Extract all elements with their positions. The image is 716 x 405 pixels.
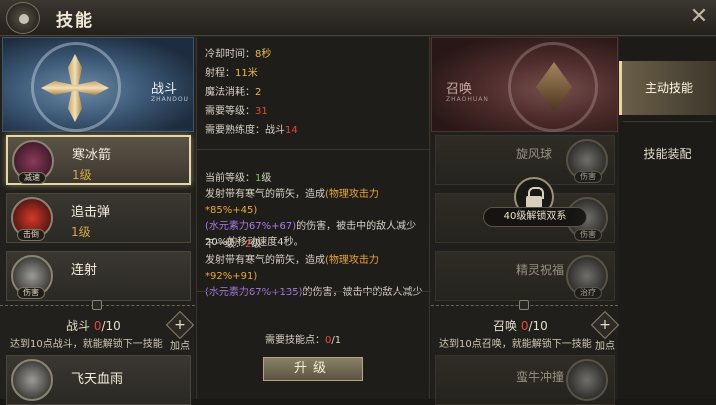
skill-level: 1级 — [72, 168, 92, 182]
tab-active-skills[interactable]: 主动技能 — [619, 61, 716, 115]
required-level-stat: 需要等级：31 — [205, 106, 268, 117]
upgrade-button[interactable]: 升级 — [263, 357, 363, 381]
summon-banner: 召唤 ZHAOHUAN — [431, 37, 618, 132]
blood-rain-icon — [11, 359, 53, 401]
lock-icon — [92, 300, 102, 310]
lock-icon — [519, 300, 529, 310]
tab-skill-equip[interactable]: 技能装配 — [619, 127, 716, 181]
bull-charge-icon — [566, 359, 608, 401]
skill-window: 技能 ✕ 战斗 ZHANDOU 减速 寒冰箭 1级 击倒 追击弹 1级 伤害 连… — [0, 0, 716, 405]
skill-name: 蛮牛冲撞 — [516, 370, 565, 384]
combat-points: 战斗 0/10 — [66, 319, 121, 333]
banner-sub: ZHANDOU — [151, 96, 189, 103]
cooldown-stat: 冷却时间：8秒 — [205, 49, 272, 60]
divider — [197, 291, 431, 292]
required-proficiency-stat: 需要熟练度：战斗14 — [205, 125, 298, 136]
skill-item-rapid-fire[interactable]: 伤害 连射 — [6, 251, 191, 301]
mana-stat: 魔法消耗：2 — [205, 87, 262, 98]
skill-name: 精灵祝福 — [516, 263, 565, 277]
skill-level: 1级 — [71, 225, 91, 239]
skill-tag: 减速 — [18, 172, 46, 184]
emblem-icon — [6, 2, 40, 34]
close-icon[interactable]: ✕ — [686, 4, 712, 30]
summon-points: 召唤 0/10 — [493, 319, 548, 333]
skill-name: 旋风球 — [516, 147, 553, 161]
banner-label: 战斗 — [151, 82, 178, 97]
range-stat: 射程：11米 — [205, 68, 258, 79]
skill-name: 寒冰箭 — [72, 148, 112, 163]
skill-name: 连射 — [71, 263, 98, 278]
skill-tag: 伤害 — [574, 171, 602, 183]
tab-column: 主动技能 技能装配 — [619, 37, 716, 399]
dual-unlock-hint: 40级解锁双系 — [483, 207, 587, 227]
lock-divider — [0, 300, 195, 313]
unlock-hint: 达到10点战斗，就能解锁下一技能 — [10, 339, 163, 350]
banner-label: 召唤 — [446, 82, 473, 97]
skill-detail-panel: 冷却时间：8秒 射程：11米 魔法消耗：2 需要等级：31 需要熟练度：战斗14… — [196, 37, 431, 399]
title-bar: 技能 ✕ — [0, 0, 716, 36]
skill-tag: 击倒 — [17, 229, 45, 241]
skill-item-bull-charge[interactable]: 蛮牛冲撞 — [435, 355, 615, 405]
skill-item-blood-rain[interactable]: 飞天血雨 — [6, 355, 191, 405]
add-point-button[interactable]: + 加点 — [165, 310, 195, 352]
skill-item-whirlwind[interactable]: 旋风球 伤害 — [435, 135, 615, 185]
divider — [197, 149, 431, 150]
skill-tag: 伤害 — [17, 287, 45, 299]
skill-tag: 伤害 — [574, 229, 602, 241]
combat-banner: 战斗 ZHANDOU — [2, 37, 194, 132]
page-title: 技能 — [56, 11, 94, 31]
skill-item-frost-arrow[interactable]: 减速 寒冰箭 1级 — [6, 135, 191, 185]
tab-divider — [623, 121, 713, 122]
skill-tag: 治疗 — [574, 287, 602, 299]
unlock-hint: 达到10点召唤，就能解锁下一技能 — [439, 339, 592, 350]
skill-item-spirit-blessing[interactable]: 精灵祝福 治疗 — [435, 251, 615, 301]
skill-name: 追击弹 — [71, 205, 111, 220]
required-skill-points: 需要技能点：0/1 — [265, 335, 342, 346]
summon-skill-column: 召唤 ZHAOHUAN 旋风球 伤害 伤害 精灵祝福 治疗 40级解锁双系 召唤… — [431, 37, 620, 405]
skill-name: 飞天血雨 — [71, 372, 124, 387]
skill-item-pursuit-shot[interactable]: 击倒 追击弹 1级 — [6, 193, 191, 243]
lock-divider — [431, 300, 618, 313]
combat-skill-column: 战斗 ZHANDOU 减速 寒冰箭 1级 击倒 追击弹 1级 伤害 连射 战斗 … — [0, 37, 195, 405]
add-point-button[interactable]: + 加点 — [590, 310, 620, 352]
banner-sub: ZHAOHUAN — [446, 96, 489, 103]
